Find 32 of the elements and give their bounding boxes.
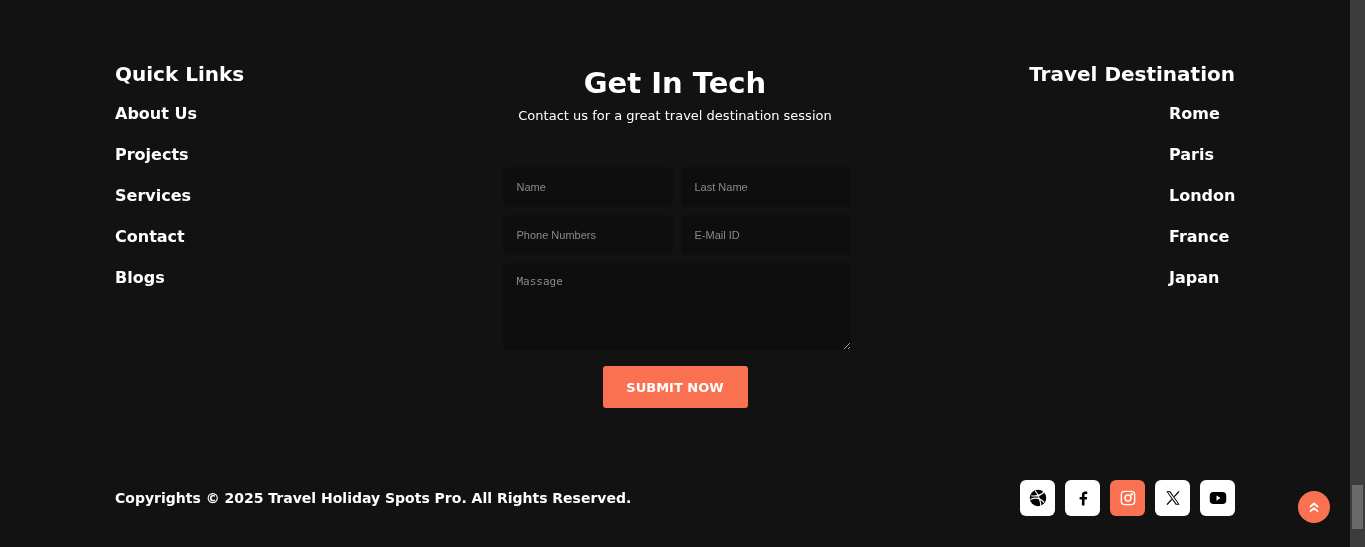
- input-field[interactable]: E-Mail ID: [680, 215, 851, 255]
- facebook-link[interactable]: [1065, 480, 1100, 516]
- dribbble-link[interactable]: [1020, 480, 1055, 516]
- destination-link[interactable]: London: [1169, 186, 1235, 206]
- footer-link[interactable]: Blogs: [115, 268, 375, 288]
- destination-link[interactable]: Paris: [1169, 145, 1235, 165]
- input-field[interactable]: Phone Numbers: [502, 215, 673, 255]
- input-field[interactable]: Name: [502, 167, 673, 207]
- basketball-icon: [1028, 489, 1047, 507]
- copyright-text: Copyrights © 2025 Travel Holiday Spots Pro. All Rights Reserved.: [115, 490, 632, 506]
- destination-link[interactable]: Japan: [1169, 268, 1235, 288]
- footer-link[interactable]: Projects: [115, 145, 375, 165]
- footer-link[interactable]: About Us: [115, 104, 375, 124]
- contact-heading: Get In Tech: [583, 66, 767, 100]
- instagram-link[interactable]: [1110, 480, 1145, 516]
- youtube-link[interactable]: [1200, 480, 1235, 516]
- double-chevron-up-icon: [1307, 500, 1321, 514]
- camera-icon: [1119, 490, 1136, 506]
- back-to-top-button[interactable]: [1298, 491, 1330, 523]
- x-letter-icon: [1164, 490, 1181, 506]
- destination-link[interactable]: Rome: [1169, 104, 1235, 124]
- destination-link[interactable]: France: [1169, 227, 1235, 247]
- scrollbar[interactable]: [1350, 0, 1365, 547]
- play-icon: [1208, 489, 1227, 507]
- x-link[interactable]: [1155, 480, 1190, 516]
- footer-link[interactable]: Contact: [115, 227, 375, 247]
- destination-heading: Travel Destination: [1029, 62, 1235, 86]
- quick-links-heading: Quick Links: [115, 62, 246, 86]
- input-field[interactable]: Last Name: [680, 167, 851, 207]
- contact-subtitle: Contact us for a great travel destination session: [518, 108, 832, 123]
- footer-link[interactable]: Services: [115, 186, 375, 206]
- message-field[interactable]: Massage: [502, 263, 851, 350]
